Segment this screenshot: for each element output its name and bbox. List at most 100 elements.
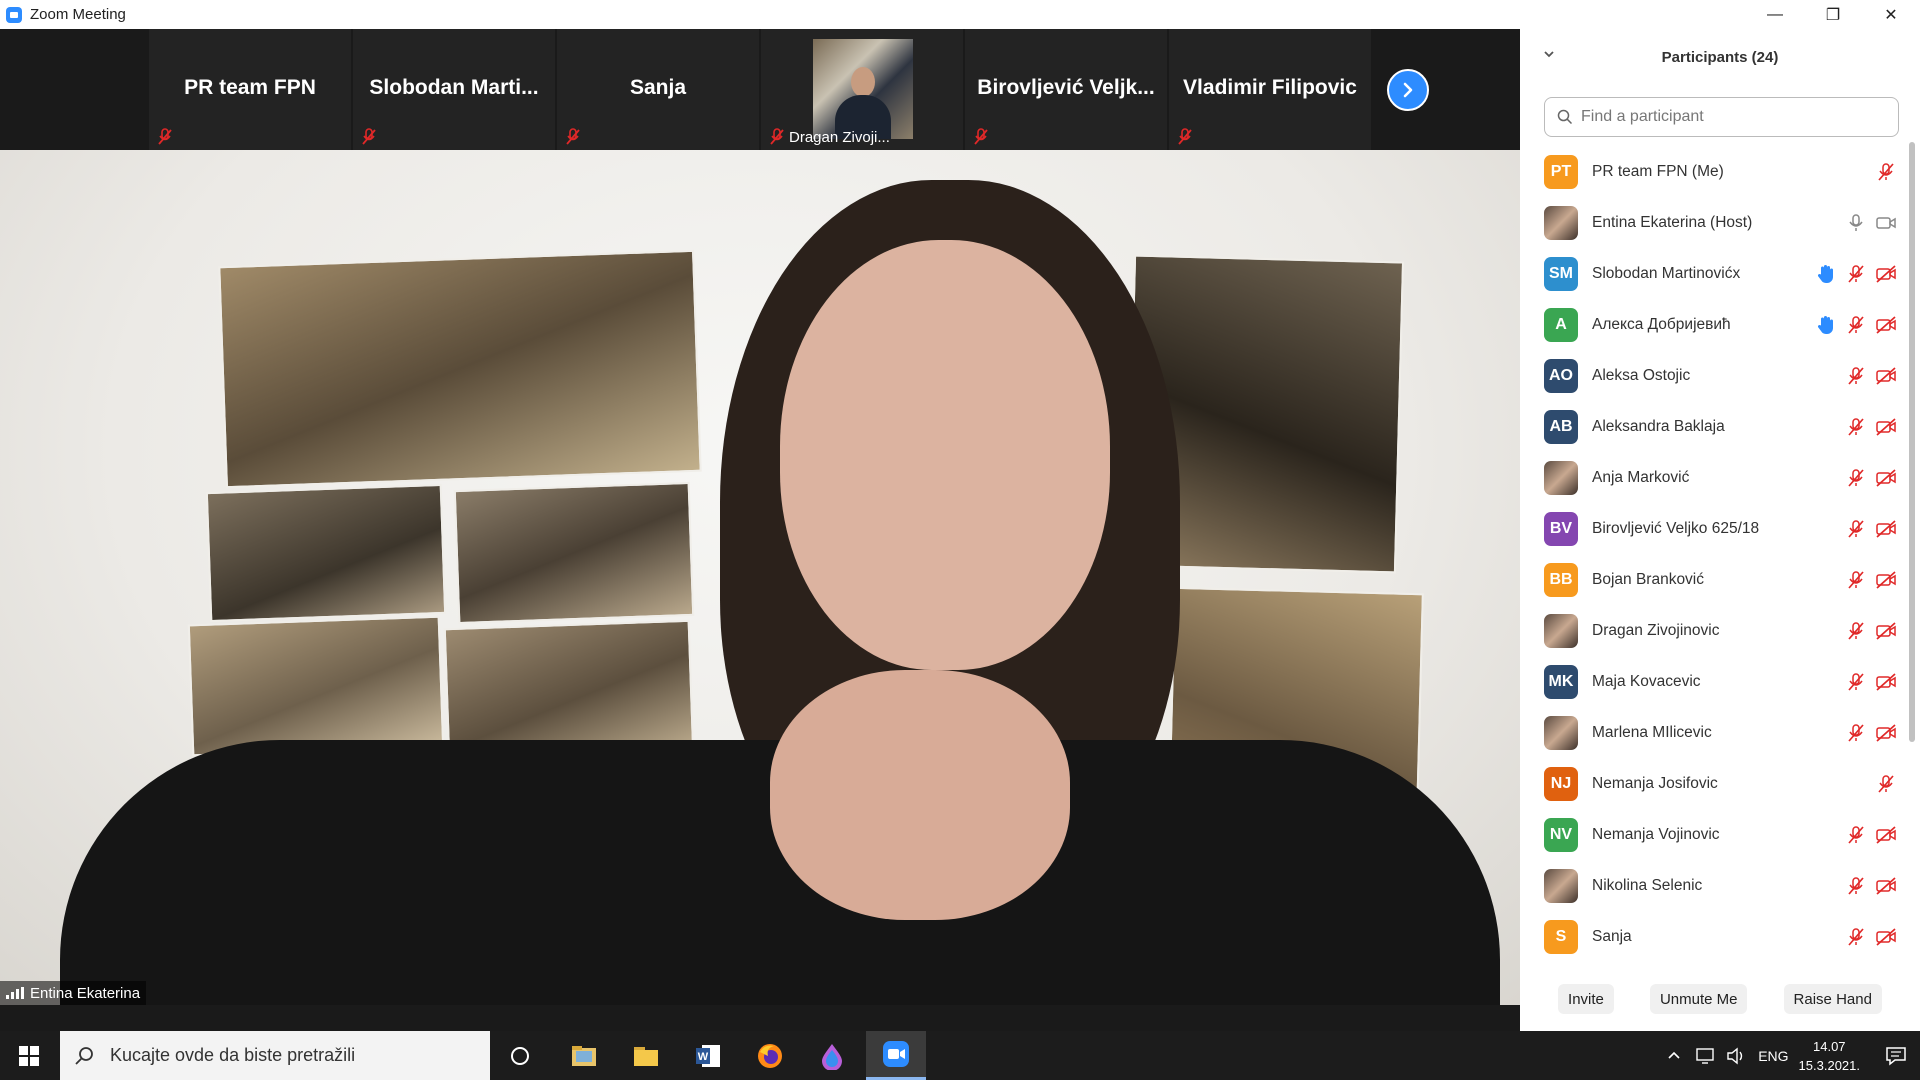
taskbar-app-zoom[interactable] [866, 1031, 926, 1080]
participant-row[interactable]: Anja Marković [1520, 452, 1905, 503]
participant-list-scrollbar[interactable] [1908, 142, 1916, 964]
participant-tile[interactable]: Sanja [557, 29, 759, 150]
close-button[interactable]: ✕ [1862, 0, 1920, 29]
avatar: A [1544, 307, 1578, 342]
participant-row[interactable]: NJ Nemanja Josifovic [1520, 758, 1905, 809]
participant-video-tile[interactable]: Dragan Zivoji... [761, 29, 963, 150]
title-bar: Zoom Meeting [0, 0, 1520, 29]
next-page-button[interactable] [1387, 69, 1429, 111]
participant-search[interactable] [1544, 97, 1899, 137]
participant-status-icons [1845, 605, 1897, 656]
taskbar-search[interactable]: Kucajte ovde da biste pretražili [60, 1031, 490, 1080]
taskbar-app-file-explorer[interactable] [618, 1031, 674, 1080]
video-off-icon [1875, 722, 1897, 744]
speaker-name-label: Entina Ekaterina [0, 981, 147, 1005]
video-off-icon [1875, 314, 1897, 336]
speaker-hand [770, 670, 1070, 920]
chevron-down-icon[interactable] [1542, 47, 1556, 61]
participant-row[interactable]: AB Aleksandra Baklaja [1520, 401, 1905, 452]
participant-video [813, 39, 913, 139]
participant-row[interactable]: Nikolina Selenic [1520, 860, 1905, 911]
participant-name: Sanja [1592, 927, 1632, 945]
cortana-icon [511, 1046, 529, 1065]
participant-status-icons [1845, 656, 1897, 707]
participant-row[interactable]: Entina Ekaterina (Host) [1520, 197, 1905, 248]
language-indicator[interactable]: ENG [1758, 1048, 1788, 1064]
mic-icon [1845, 212, 1867, 234]
avatar: SM [1544, 256, 1578, 291]
participant-row[interactable]: BB Bojan Branković [1520, 554, 1905, 605]
taskbar-app-word[interactable]: W [680, 1031, 736, 1080]
start-button[interactable] [0, 1031, 58, 1080]
raise-hand-button[interactable]: Raise Hand [1783, 984, 1882, 1014]
svg-text:W: W [698, 1051, 709, 1063]
notification-icon [1886, 1046, 1906, 1066]
participant-status-icons [1815, 299, 1897, 350]
volume-icon[interactable] [1726, 1047, 1748, 1065]
participant-actions: Invite Unmute Me Raise Hand [1520, 979, 1920, 1019]
speaker-face [780, 240, 1110, 670]
tile-name: Sanja [629, 76, 687, 99]
scrollbar-thumb[interactable] [1909, 142, 1915, 742]
avatar: AB [1544, 409, 1578, 444]
participant-tile[interactable]: PR team FPN [149, 29, 351, 150]
clock[interactable]: 14.07 15.3.2021. [1799, 1037, 1860, 1075]
tile-name: Slobodan Marti... [369, 76, 539, 99]
minimize-button[interactable]: — [1746, 0, 1804, 29]
chevron-up-icon[interactable] [1666, 1048, 1682, 1064]
speaker-name: Entina Ekaterina [30, 984, 141, 1002]
participant-status-icons [1845, 554, 1897, 605]
participant-row[interactable]: NV Nemanja Vojinovic [1520, 809, 1905, 860]
avatar: AO [1544, 358, 1578, 393]
participant-row[interactable]: AO Aleksa Ostojic [1520, 350, 1905, 401]
participant-tile[interactable]: Vladimir Filipovic [1169, 29, 1371, 150]
video-off-icon [1875, 365, 1897, 387]
mic-muted-icon [1845, 416, 1867, 438]
participant-tile[interactable]: Birovljević Veljk... [965, 29, 1167, 150]
clock-date: 15.3.2021. [1798, 1057, 1860, 1073]
participant-row[interactable]: Dragan Zivojinovic [1520, 605, 1905, 656]
participant-row[interactable]: PT PR team FPN (Me) [1520, 146, 1905, 197]
participant-row[interactable]: Marlena MIlicevic [1520, 707, 1905, 758]
invite-button[interactable]: Invite [1558, 984, 1614, 1014]
restore-button[interactable]: ❐ [1804, 0, 1862, 29]
mic-muted-icon [1845, 620, 1867, 642]
participants-header: Participants (24) [1520, 29, 1920, 85]
tile-name: Dragan Zivoji... [789, 128, 890, 146]
participant-row[interactable]: BV Birovljević Veljko 625/18 [1520, 503, 1905, 554]
participant-tile[interactable]: Slobodan Marti... [353, 29, 555, 150]
search-icon [75, 1046, 93, 1065]
participant-name: Maja Kovacevic [1592, 672, 1701, 690]
search-input[interactable] [1581, 108, 1881, 126]
cortana-button[interactable] [492, 1031, 548, 1080]
taskbar-app-explorer-pictures[interactable] [556, 1031, 612, 1080]
search-icon [1557, 109, 1573, 125]
mic-muted-icon [1845, 875, 1867, 897]
participant-row[interactable]: S Sanja [1520, 911, 1905, 962]
clock-time: 14.07 [1813, 1038, 1846, 1054]
taskbar-app-firefox[interactable] [742, 1031, 798, 1080]
participant-row[interactable]: SM Slobodan Martinovićx [1520, 248, 1905, 299]
mic-muted-icon [1845, 518, 1867, 540]
mic-muted-icon [1845, 722, 1867, 744]
participant-row[interactable]: MK Maja Kovacevic [1520, 656, 1905, 707]
participant-row[interactable]: A Алекса Добријевић [1520, 299, 1905, 350]
avatar [1544, 205, 1578, 240]
participant-status-icons [1845, 350, 1897, 401]
signal-strength-icon [6, 987, 24, 999]
participant-name: Nikolina Selenic [1592, 876, 1703, 894]
avatar: PT [1544, 154, 1578, 189]
video-off-icon [1875, 518, 1897, 540]
word-icon: W [696, 1044, 720, 1067]
taskbar-app-drop[interactable] [804, 1031, 860, 1080]
notifications-button[interactable] [1872, 1031, 1920, 1080]
mic-muted-icon [158, 128, 172, 145]
network-icon[interactable] [1694, 1047, 1716, 1065]
participant-status-icons [1845, 707, 1897, 758]
participant-name: Nemanja Vojinovic [1592, 825, 1720, 843]
participant-status-icons [1845, 197, 1897, 248]
mic-muted-icon [1845, 824, 1867, 846]
unmute-me-button[interactable]: Unmute Me [1649, 984, 1748, 1014]
avatar [1544, 715, 1578, 750]
participant-name: Алекса Добријевић [1592, 315, 1731, 333]
